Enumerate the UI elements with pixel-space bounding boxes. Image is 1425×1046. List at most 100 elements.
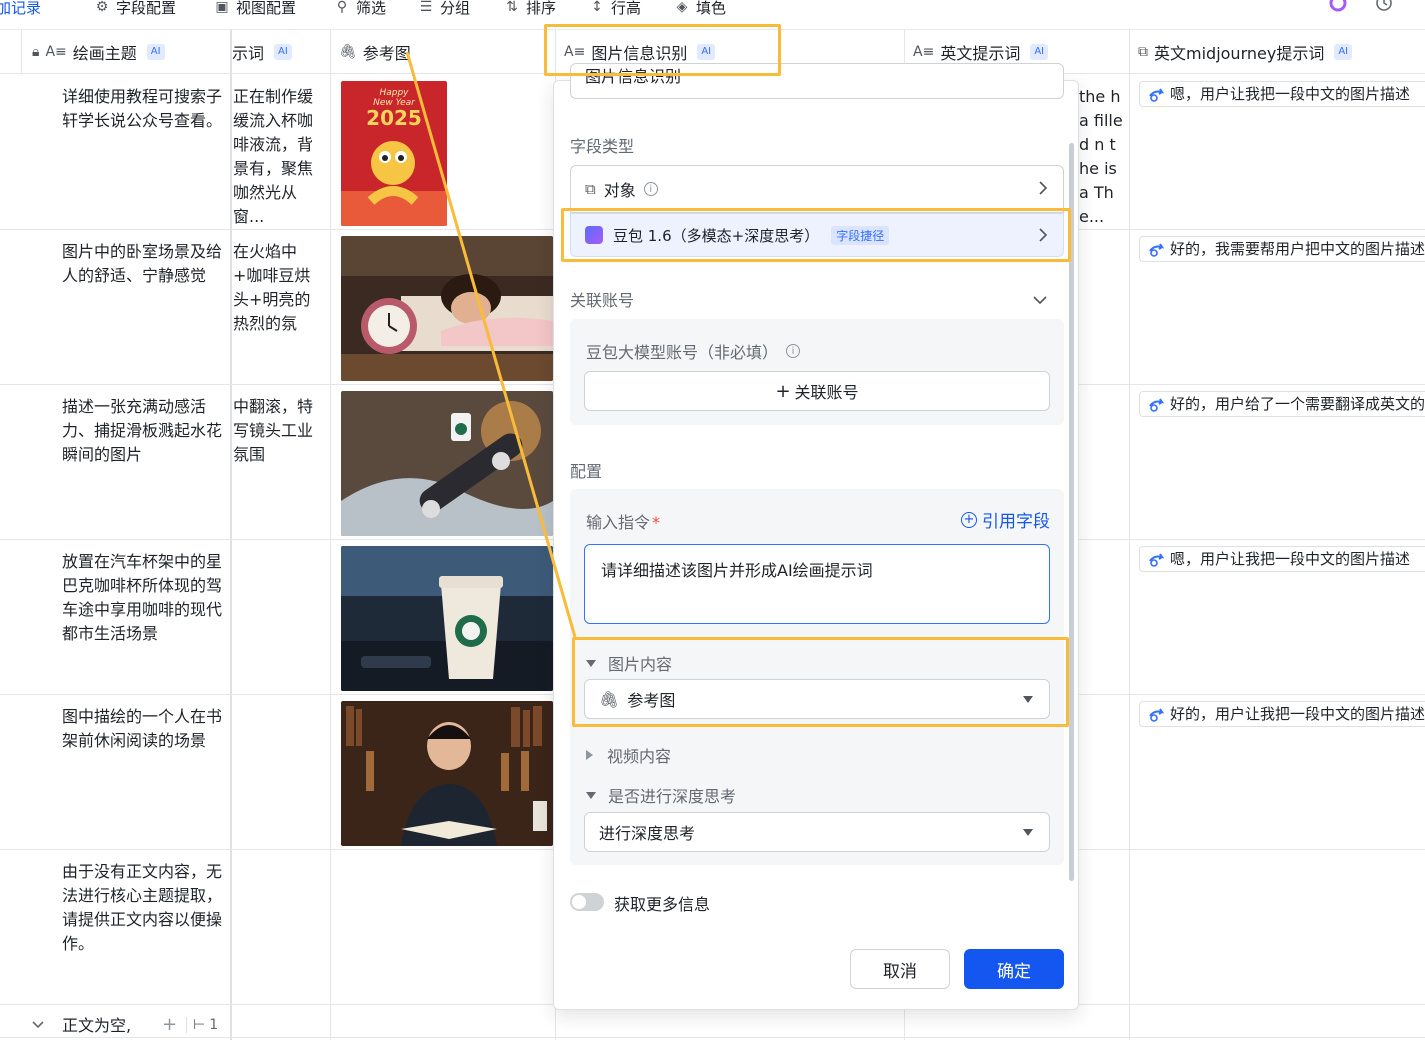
reference-field-link[interactable]: + 引用字段: [961, 507, 1050, 532]
panel-scrollbar[interactable]: [1069, 143, 1074, 881]
deep-think-toggle[interactable]: 是否进行深度思考: [586, 783, 736, 807]
filter-button[interactable]: ⚲ 筛选: [334, 0, 386, 20]
view-settings-icon: ▣: [215, 0, 229, 15]
field-type-select[interactable]: ⧉ 对象 i: [570, 165, 1064, 213]
object-link-icon: [1148, 396, 1165, 412]
cancel-button[interactable]: 取消: [850, 949, 950, 989]
filter-icon: ⚲: [336, 0, 348, 15]
thumb-bookshelf-reading[interactable]: [341, 701, 553, 846]
config-label: 配置: [570, 462, 603, 481]
plus-icon: +: [775, 380, 791, 402]
cell-theme[interactable]: 由于没有正文内容，无法进行核心主题提取，请提供正文内容以便操作。: [62, 860, 224, 956]
column-header-left[interactable]: [0, 30, 22, 74]
subtask-icon: ⊢: [193, 1017, 206, 1033]
dropdown-caret-icon: [1023, 696, 1033, 703]
more-info-switch[interactable]: [570, 893, 604, 911]
field-config-panel: 图片信息识别 字段类型 ⧉ 对象 i 豆包 1.6（多模态+深度思考） 字段捷径…: [553, 63, 1079, 1010]
info-icon[interactable]: i: [643, 182, 658, 196]
object-link-icon: [1148, 86, 1165, 102]
attachment-icon: 🖇︎: [339, 43, 357, 60]
instruction-textarea[interactable]: 请详细描述该图片并形成AI绘画提示词: [584, 544, 1050, 624]
add-record-button[interactable]: 加记录: [0, 0, 41, 20]
column-header-mj-prompt[interactable]: ⧉ 英文midjourney提示词 AI: [1130, 30, 1425, 74]
ai-badge: AI: [1030, 43, 1049, 60]
field-config-button[interactable]: ⚙ 字段配置: [94, 0, 176, 20]
required-mark: *: [652, 513, 661, 532]
image-content-toggle[interactable]: 图片内容: [586, 651, 672, 675]
mj-prompt-chip[interactable]: 嗯，用户让我把一段中文的图片描述: [1139, 81, 1425, 107]
gear-icon: ⚙: [95, 0, 109, 15]
video-content-toggle[interactable]: 视频内容: [586, 743, 671, 767]
field-name-input[interactable]: 图片信息识别: [570, 63, 1064, 99]
link-account-button[interactable]: + 关联账号: [584, 371, 1050, 411]
thumb-text-happy: Happy: [379, 88, 409, 98]
field-type-label: 字段类型: [570, 137, 635, 156]
thumb-new-year-snake[interactable]: Happy New Year 2025: [341, 81, 447, 226]
fill-color-button[interactable]: ◈ 填色: [674, 0, 726, 20]
cell-theme[interactable]: 放置在汽车杯架中的星巴克咖啡杯所体现的驾车途中享用咖啡的现代都市生活场景: [62, 550, 224, 646]
cell-prompt[interactable]: 中翻滚，特写镜头工业氛围: [233, 395, 313, 467]
text-field-icon: A≡: [913, 43, 935, 60]
column-header-theme[interactable]: 🔒︎ A≡ 绘画主题 AI: [22, 30, 232, 74]
confirm-button[interactable]: 确定: [964, 949, 1064, 989]
col-divider: [230, 30, 232, 1040]
info-icon[interactable]: i: [786, 344, 801, 358]
sort-icon: ⇅: [506, 0, 518, 15]
col-divider: [330, 30, 331, 1040]
dropdown-caret-icon: [1023, 829, 1033, 836]
plus-circle-icon: +: [961, 511, 977, 528]
cell-prompt[interactable]: 正在制作缓缓流入杯咖啡液流，背景有，聚焦咖然光从窗...: [233, 85, 325, 229]
history-icon[interactable]: [1374, 0, 1394, 16]
attachment-icon: 🖇︎: [599, 689, 620, 709]
thumb-skateboard-splash[interactable]: [341, 391, 553, 536]
row-height-icon: ↕: [591, 0, 603, 15]
cell-prompt[interactable]: 在火焰中+咖啡豆烘头+明亮的热烈的氛: [233, 240, 325, 336]
caret-down-icon: [586, 791, 596, 799]
group-collapse-icon[interactable]: [32, 1016, 44, 1029]
column-header-ref-image[interactable]: 🖇︎ 参考图: [331, 30, 556, 74]
cell-en-prompt[interactable]: the h a filled n the is a The...: [1079, 85, 1124, 229]
deep-think-select[interactable]: 进行深度思考: [584, 812, 1050, 852]
object-link-icon: [1148, 551, 1165, 567]
thumb-car-coffee-cup[interactable]: [341, 546, 553, 691]
cell-theme[interactable]: 描述一张充满动感活力、捕捉滑板溅起水花瞬间的图片: [62, 395, 224, 467]
group-label: 正文为空,: [62, 1016, 132, 1035]
cell-theme[interactable]: 详细使用教程可搜索子轩学长说公众号查看。: [62, 85, 224, 157]
chevron-down-icon[interactable]: [1032, 291, 1048, 310]
ai-assistant-icon[interactable]: [1328, 0, 1348, 16]
shortcut-badge: 字段捷径: [831, 225, 890, 245]
text-field-icon: A≡: [564, 43, 586, 60]
ai-badge: AI: [697, 43, 716, 60]
lock-icon: 🔒︎: [32, 43, 40, 60]
group-count: ⊢ 1: [186, 1017, 218, 1033]
linked-account-label: 关联账号: [570, 291, 635, 310]
column-header-prompt[interactable]: 示词 AI: [232, 30, 331, 74]
mj-prompt-chip[interactable]: 嗯，用户让我把一段中文的图片描述: [1139, 546, 1425, 572]
cell-theme[interactable]: 图片中的卧室场景及给人的舒适、宁静感觉: [62, 240, 224, 312]
group-button[interactable]: ☰ 分组: [418, 0, 470, 20]
ai-badge: AI: [146, 43, 165, 60]
model-select[interactable]: 豆包 1.6（多模态+深度思考） 字段捷径: [570, 213, 1064, 257]
chevron-right-icon: [1037, 180, 1049, 200]
view-config-button[interactable]: ▣ 视图配置: [214, 0, 296, 20]
mj-prompt-chip[interactable]: 好的，我需要帮用户把中文的图片描述: [1139, 236, 1425, 262]
caret-right-icon: [586, 750, 593, 760]
image-content-select[interactable]: 🖇︎ 参考图: [584, 679, 1050, 719]
row-height-button[interactable]: ↕ 行高: [589, 0, 641, 20]
mj-prompt-chip[interactable]: 好的，用户让我把一段中文的图片描述: [1139, 701, 1425, 727]
chevron-right-icon: [1037, 227, 1049, 247]
instruction-label: 输入指令 *: [586, 513, 661, 532]
config-section: 输入指令 * + 引用字段 请详细描述该图片并形成AI绘画提示词 图片内容 🖇︎ …: [570, 489, 1064, 865]
group-icon: ☰: [419, 0, 433, 15]
more-info-label: 获取更多信息: [614, 895, 711, 914]
sort-button[interactable]: ⇅ 排序: [504, 0, 556, 20]
thumb-text-year: 2025: [366, 106, 422, 130]
row-divider: [0, 1037, 1425, 1038]
col-divider: [1129, 30, 1130, 1040]
cell-theme[interactable]: 图中描绘的一个人在书架前休闲阅读的场景: [62, 705, 224, 777]
thumb-bedroom-sleeping[interactable]: [341, 236, 553, 381]
app-root: 加记录 ⚙ 字段配置 ▣ 视图配置 ⚲ 筛选 ☰ 分组 ⇅ 排序 ↕ 行高 ◈ 填色 🔒︎ A…: [0, 0, 1425, 1046]
mj-prompt-chip[interactable]: 好的，用户给了一个需要翻译成英文的: [1139, 391, 1425, 417]
ai-badge: AI: [274, 43, 292, 60]
group-add-icon[interactable]: +: [162, 1014, 177, 1036]
